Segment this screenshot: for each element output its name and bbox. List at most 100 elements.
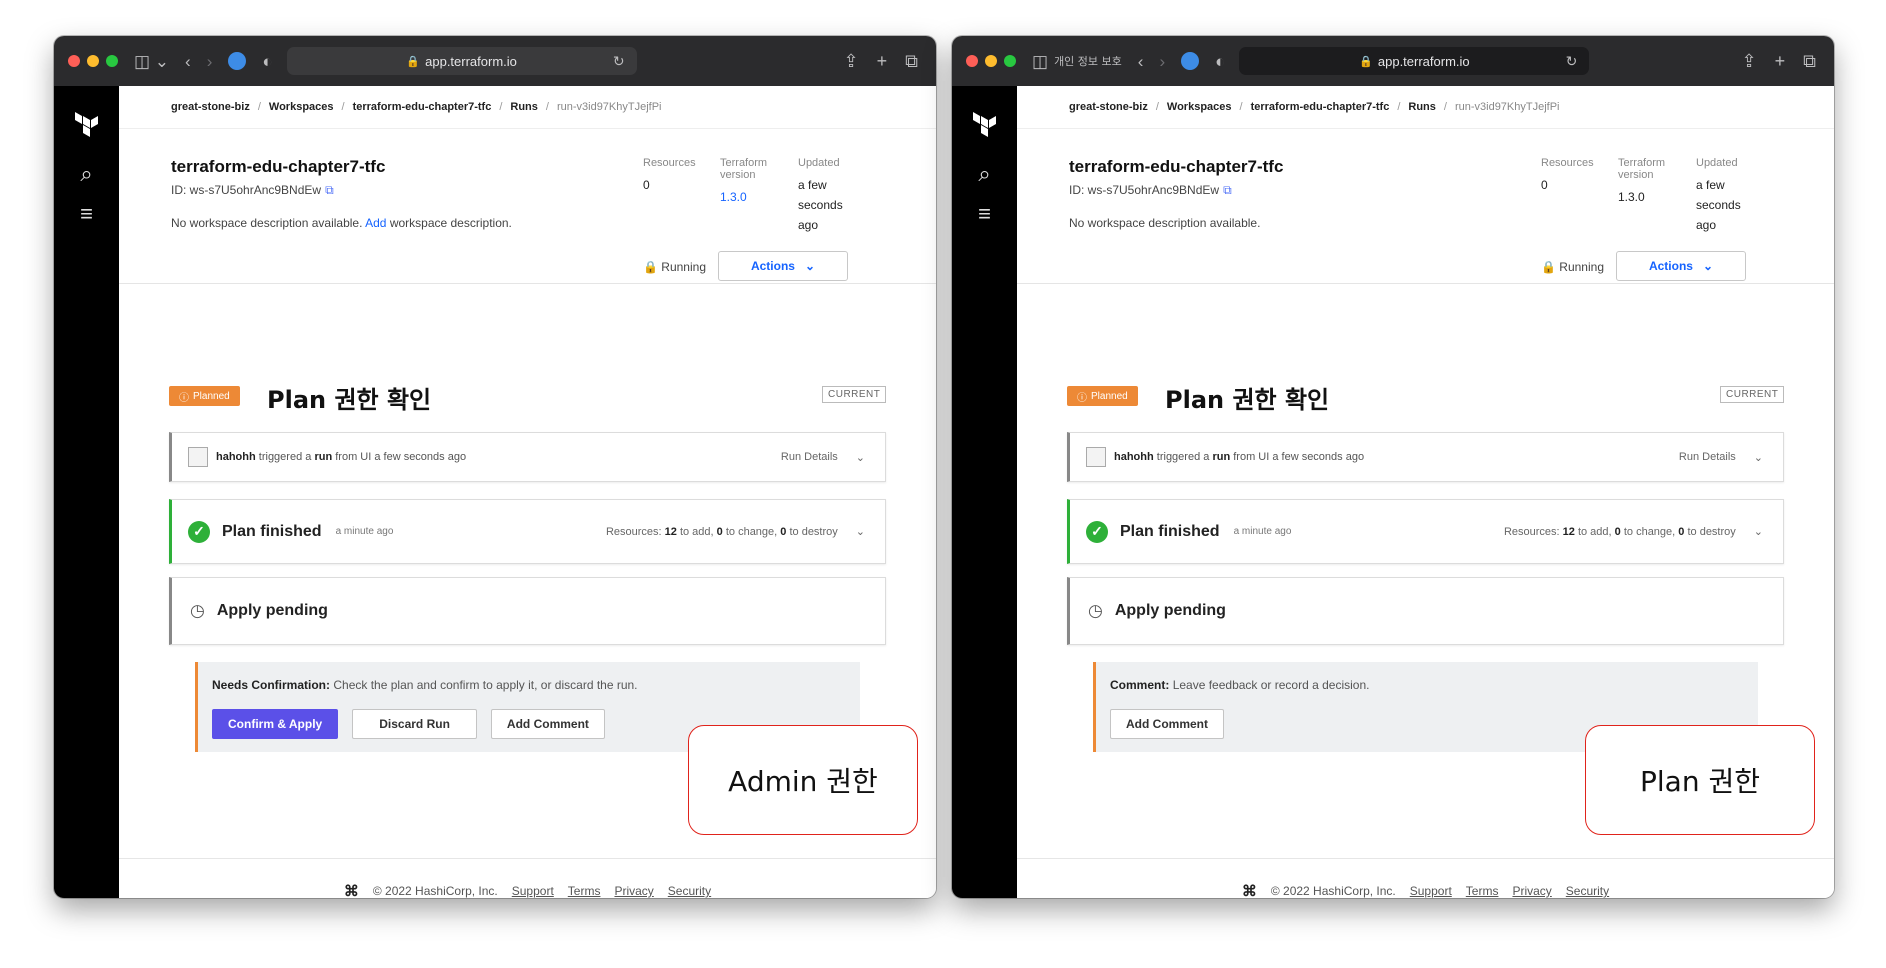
updated-value: a few seconds ago: [798, 175, 843, 235]
footer: ⌘ © 2022 HashiCorp, Inc. Support Terms P…: [119, 882, 936, 898]
trigger-text-1: triggered a: [1156, 451, 1210, 463]
breadcrumb: great-stone-biz / Workspaces / terraform-e…: [119, 86, 936, 129]
reload-icon[interactable]: ↻: [1566, 53, 1578, 70]
breadcrumb-runs[interactable]: Runs: [1408, 101, 1436, 113]
search-icon[interactable]: ⌕: [80, 163, 92, 185]
footer-link-security[interactable]: Security: [1566, 884, 1609, 898]
url-text: app.terraform.io: [1377, 53, 1470, 69]
copy-icon[interactable]: ⧉: [325, 183, 334, 197]
forward-icon[interactable]: ›: [1159, 53, 1165, 70]
copy-icon[interactable]: ⧉: [1223, 183, 1232, 197]
plan-resources: Resources: 12 to add, 0 to change, 0 to …: [606, 525, 865, 539]
share-icon[interactable]: ⇪: [844, 51, 859, 72]
breadcrumb-org[interactable]: great-stone-biz: [1069, 101, 1148, 113]
forward-icon[interactable]: ›: [207, 53, 213, 70]
apply-card[interactable]: ◷ Apply pending: [1067, 577, 1784, 645]
version-label: version: [1618, 169, 1654, 181]
resources-value: 0: [643, 178, 650, 192]
close-window-button[interactable]: [966, 55, 978, 67]
sidebar-toggle-icon[interactable]: ◫: [1032, 53, 1048, 70]
new-tab-icon[interactable]: +: [1775, 51, 1786, 72]
profile-icon[interactable]: [1181, 52, 1200, 70]
terraform-logo-icon[interactable]: [74, 112, 100, 145]
back-icon[interactable]: ‹: [1138, 53, 1144, 70]
add-comment-button[interactable]: Add Comment: [1110, 709, 1224, 739]
change-text: to change,: [1623, 525, 1676, 538]
actions-dropdown[interactable]: Actions ⌄: [1616, 251, 1746, 281]
discard-run-button[interactable]: Discard Run: [352, 709, 477, 739]
plan-card[interactable]: ✓ Plan finished a minute ago Resources: …: [169, 499, 886, 564]
share-icon[interactable]: ⇪: [1742, 51, 1757, 72]
run-trigger-card[interactable]: hahohh triggered a run from UI a few sec…: [169, 432, 886, 482]
run-title: Plan 권한 확인: [1165, 386, 1330, 414]
actions-dropdown[interactable]: Actions ⌄: [718, 251, 848, 281]
footer-link-security[interactable]: Security: [668, 884, 711, 898]
sidebar-toggle-icon[interactable]: ◫ ⌄: [134, 53, 169, 70]
minimize-window-button[interactable]: [985, 55, 997, 67]
chevron-down-icon[interactable]: ⌄: [1754, 525, 1763, 538]
breadcrumb-workspaces[interactable]: Workspaces: [269, 101, 334, 113]
confirmation-text: Needs Confirmation: Check the plan and c…: [212, 678, 638, 692]
terraform-version-value[interactable]: 1.3.0: [720, 187, 767, 207]
add-comment-button[interactable]: Add Comment: [490, 709, 605, 739]
back-icon[interactable]: ‹: [185, 53, 191, 70]
admin-permission-callout: Admin 권한: [688, 725, 918, 835]
breadcrumb-workspaces[interactable]: Workspaces: [1167, 101, 1232, 113]
reload-icon[interactable]: ↻: [613, 53, 625, 70]
tabs-overview-icon[interactable]: ⧉: [1803, 51, 1816, 72]
lock-icon: 🔒: [1541, 260, 1556, 274]
run-trigger-card[interactable]: hahohh triggered a run from UI a few sec…: [1067, 432, 1784, 482]
plan-title: Plan finished: [1120, 522, 1220, 540]
footer-link-support[interactable]: Support: [512, 884, 554, 898]
toolbar-right: ⇪ + ⧉: [844, 51, 918, 72]
destroy-text: to destroy: [1687, 525, 1736, 538]
lock-icon: 🔒: [406, 55, 421, 68]
address-bar[interactable]: 🔒 app.terraform.io ↻: [286, 47, 637, 75]
updated-line-2: seconds: [798, 198, 843, 212]
footer-link-privacy[interactable]: Privacy: [614, 884, 653, 898]
actions-label: Actions: [750, 259, 795, 273]
footer-link-support[interactable]: Support: [1410, 884, 1452, 898]
chevron-down-icon: ⌄: [855, 451, 865, 464]
trigger-user: hahohh: [216, 451, 256, 463]
trigger-text-1: triggered a: [258, 451, 312, 463]
address-bar[interactable]: 🔒 app.terraform.io ↻: [1239, 47, 1590, 75]
plan-card[interactable]: ✓ Plan finished a minute ago Resources: …: [1067, 499, 1784, 564]
footer-link-terms[interactable]: Terms: [568, 884, 601, 898]
plan-permission-callout: Plan 권한: [1585, 725, 1815, 835]
chevron-down-icon[interactable]: ⌄: [856, 525, 865, 538]
workspace-id-text: ID: ws-s7U5ohrAnc9BNdEw: [171, 183, 322, 197]
chevron-down-icon: ⌄: [804, 259, 816, 273]
updated-line-3: ago: [798, 218, 819, 232]
search-icon[interactable]: ⌕: [978, 163, 990, 185]
close-window-button[interactable]: [68, 55, 80, 67]
updated-label: Updated: [1696, 157, 1738, 169]
updated-meta: Updated a few seconds ago: [1696, 157, 1741, 235]
breadcrumb-runs[interactable]: Runs: [510, 101, 538, 113]
confirm-apply-button[interactable]: Confirm & Apply: [212, 709, 339, 739]
run-title: Plan 권한 확인: [267, 386, 432, 414]
fullscreen-window-button[interactable]: [106, 55, 118, 67]
new-tab-icon[interactable]: +: [877, 51, 888, 72]
breadcrumb-org[interactable]: great-stone-biz: [171, 101, 250, 113]
menu-icon[interactable]: ≡: [80, 203, 93, 225]
footer-link-terms[interactable]: Terms: [1466, 884, 1499, 898]
fullscreen-window-button[interactable]: [1004, 55, 1016, 67]
menu-icon[interactable]: ≡: [978, 203, 991, 225]
privacy-shield-icon[interactable]: ◐: [262, 53, 272, 70]
footer-link-privacy[interactable]: Privacy: [1512, 884, 1551, 898]
terraform-logo-icon[interactable]: [972, 112, 998, 145]
breadcrumb-workspace[interactable]: terraform-edu-chapter7-tfc: [353, 101, 492, 113]
tabs-overview-icon[interactable]: ⧉: [905, 51, 918, 72]
hashicorp-logo-icon: ⌘: [343, 883, 359, 898]
add-description-link[interactable]: Add: [365, 216, 386, 230]
running-label: Running: [1559, 260, 1604, 274]
running-label: Running: [661, 260, 706, 274]
apply-card[interactable]: ◷ Apply pending: [169, 577, 886, 645]
breadcrumb-workspace[interactable]: terraform-edu-chapter7-tfc: [1251, 101, 1390, 113]
privacy-shield-icon[interactable]: ◐: [1215, 53, 1225, 70]
run-details-toggle[interactable]: Run Details ⌄: [781, 451, 865, 464]
profile-icon[interactable]: [228, 52, 247, 70]
run-details-toggle[interactable]: Run Details ⌄: [1679, 451, 1763, 464]
minimize-window-button[interactable]: [87, 55, 99, 67]
